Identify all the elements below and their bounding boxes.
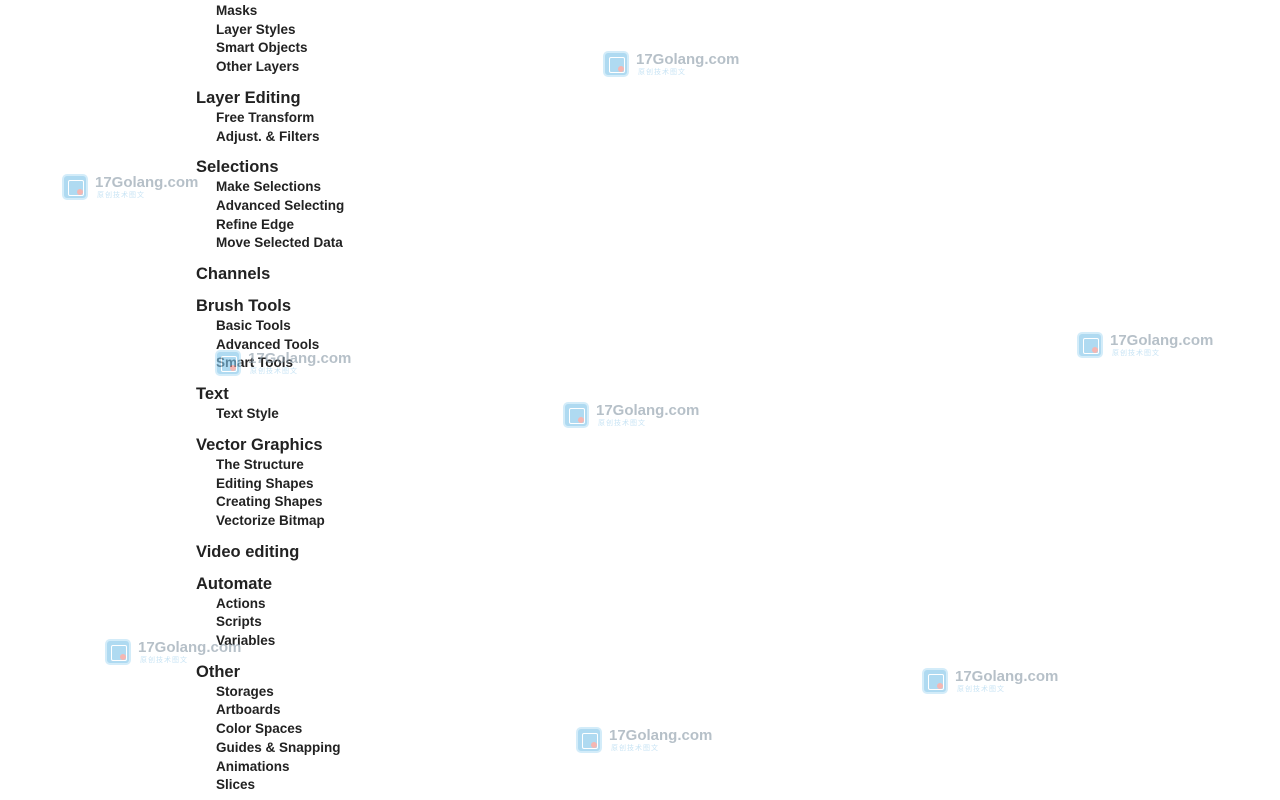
watermark: 17Golang.com 原创技术图文 bbox=[1077, 329, 1213, 361]
watermark-subtext: 原创技术图文 bbox=[957, 686, 1005, 693]
toc-item-smart-objects[interactable]: Smart Objects bbox=[216, 39, 496, 58]
section-channels: Channels bbox=[196, 263, 496, 285]
section-title[interactable]: Channels bbox=[196, 263, 496, 285]
toc-item-creating-shapes[interactable]: Creating Shapes bbox=[216, 493, 496, 512]
first-section-items: Masks Layer Styles Smart Objects Other L… bbox=[196, 2, 496, 77]
watermark-text: 17Golang.com bbox=[1110, 332, 1214, 349]
watermark-subtext: 原创技术图文 bbox=[1112, 350, 1160, 357]
toc-item-advanced-selecting[interactable]: Advanced Selecting bbox=[216, 197, 496, 216]
image-logo-icon bbox=[603, 51, 629, 77]
toc-item-slices[interactable]: Slices bbox=[216, 776, 496, 795]
image-logo-icon bbox=[563, 402, 589, 428]
item-list: Actions Scripts Variables bbox=[196, 595, 496, 651]
section-brush-tools: Brush Tools Basic Tools Advanced Tools S… bbox=[196, 295, 496, 373]
item-list: Storages Artboards Color Spaces Guides &… bbox=[196, 683, 496, 795]
watermark-text: 17Golang.com bbox=[95, 174, 199, 191]
item-list: Text Style bbox=[196, 405, 496, 424]
image-logo-icon bbox=[1077, 332, 1103, 358]
section-title[interactable]: Brush Tools bbox=[196, 295, 496, 317]
watermark-text: 17Golang.com bbox=[636, 51, 740, 68]
toc-item-make-selections[interactable]: Make Selections bbox=[216, 178, 496, 197]
section-selections: Selections Make Selections Advanced Sele… bbox=[196, 156, 496, 253]
watermark: 17Golang.com 原创技术图文 bbox=[576, 724, 712, 756]
toc-item-adjust-filters[interactable]: Adjust. & Filters bbox=[216, 128, 496, 147]
toc-item-color-spaces[interactable]: Color Spaces bbox=[216, 720, 496, 739]
toc-item-other-layers[interactable]: Other Layers bbox=[216, 58, 496, 77]
toc-item-scripts[interactable]: Scripts bbox=[216, 613, 496, 632]
toc-item-move-selected-data[interactable]: Move Selected Data bbox=[216, 234, 496, 253]
watermark-text: 17Golang.com bbox=[596, 402, 700, 419]
toc-item-animations[interactable]: Animations bbox=[216, 758, 496, 777]
section-layer-editing: Layer Editing Free Transform Adjust. & F… bbox=[196, 87, 496, 146]
toc-item-guides-snapping[interactable]: Guides & Snapping bbox=[216, 739, 496, 758]
toc-item-artboards[interactable]: Artboards bbox=[216, 701, 496, 720]
toc-item-layer-styles[interactable]: Layer Styles bbox=[216, 21, 496, 40]
image-logo-icon bbox=[105, 639, 131, 665]
image-logo-icon bbox=[62, 174, 88, 200]
toc-item-refine-edge[interactable]: Refine Edge bbox=[216, 216, 496, 235]
section-title[interactable]: Layer Editing bbox=[196, 87, 496, 109]
toc-item-editing-shapes[interactable]: Editing Shapes bbox=[216, 475, 496, 494]
watermark-subtext: 原创技术图文 bbox=[638, 69, 686, 76]
item-list: Basic Tools Advanced Tools Smart Tools bbox=[196, 317, 496, 373]
section-video-editing: Video editing bbox=[196, 541, 496, 563]
watermark: 17Golang.com 原创技术图文 bbox=[922, 665, 1058, 697]
section-title[interactable]: Automate bbox=[196, 573, 496, 595]
watermark: 17Golang.com 原创技术图文 bbox=[603, 48, 739, 80]
watermark-text: 17Golang.com bbox=[609, 727, 713, 744]
toc-item-vectorize-bitmap[interactable]: Vectorize Bitmap bbox=[216, 512, 496, 531]
section-other: Other Storages Artboards Color Spaces Gu… bbox=[196, 661, 496, 795]
watermark-text: 17Golang.com bbox=[955, 668, 1059, 685]
toc-item-basic-tools[interactable]: Basic Tools bbox=[216, 317, 496, 336]
item-list: Make Selections Advanced Selecting Refin… bbox=[196, 178, 496, 253]
toc-item-masks[interactable]: Masks bbox=[216, 2, 496, 21]
watermark-subtext: 原创技术图文 bbox=[97, 192, 145, 199]
watermark: 17Golang.com 原创技术图文 bbox=[62, 171, 198, 203]
toc-item-storages[interactable]: Storages bbox=[216, 683, 496, 702]
section-title[interactable]: Vector Graphics bbox=[196, 434, 496, 456]
section-vector-graphics: Vector Graphics The Structure Editing Sh… bbox=[196, 434, 496, 531]
item-list: The Structure Editing Shapes Creating Sh… bbox=[196, 456, 496, 531]
item-list: Free Transform Adjust. & Filters bbox=[196, 109, 496, 146]
section-text: Text Text Style bbox=[196, 383, 496, 424]
toc-item-smart-tools[interactable]: Smart Tools bbox=[216, 354, 496, 373]
watermark: 17Golang.com 原创技术图文 bbox=[563, 399, 699, 431]
toc-item-free-transform[interactable]: Free Transform bbox=[216, 109, 496, 128]
toc-item-text-style[interactable]: Text Style bbox=[216, 405, 496, 424]
toc-item-actions[interactable]: Actions bbox=[216, 595, 496, 614]
table-of-contents: Masks Layer Styles Smart Objects Other L… bbox=[196, 0, 496, 800]
watermark-subtext: 原创技术图文 bbox=[598, 420, 646, 427]
toc-item-variables[interactable]: Variables bbox=[216, 632, 496, 651]
watermark-subtext: 原创技术图文 bbox=[611, 745, 659, 752]
section-automate: Automate Actions Scripts Variables bbox=[196, 573, 496, 651]
section-title[interactable]: Other bbox=[196, 661, 496, 683]
image-logo-icon bbox=[922, 668, 948, 694]
section-title[interactable]: Text bbox=[196, 383, 496, 405]
section-title[interactable]: Selections bbox=[196, 156, 496, 178]
toc-item-advanced-tools[interactable]: Advanced Tools bbox=[216, 336, 496, 355]
section-title[interactable]: Video editing bbox=[196, 541, 496, 563]
page: Masks Layer Styles Smart Objects Other L… bbox=[0, 0, 1280, 800]
toc-item-the-structure[interactable]: The Structure bbox=[216, 456, 496, 475]
image-logo-icon bbox=[576, 727, 602, 753]
